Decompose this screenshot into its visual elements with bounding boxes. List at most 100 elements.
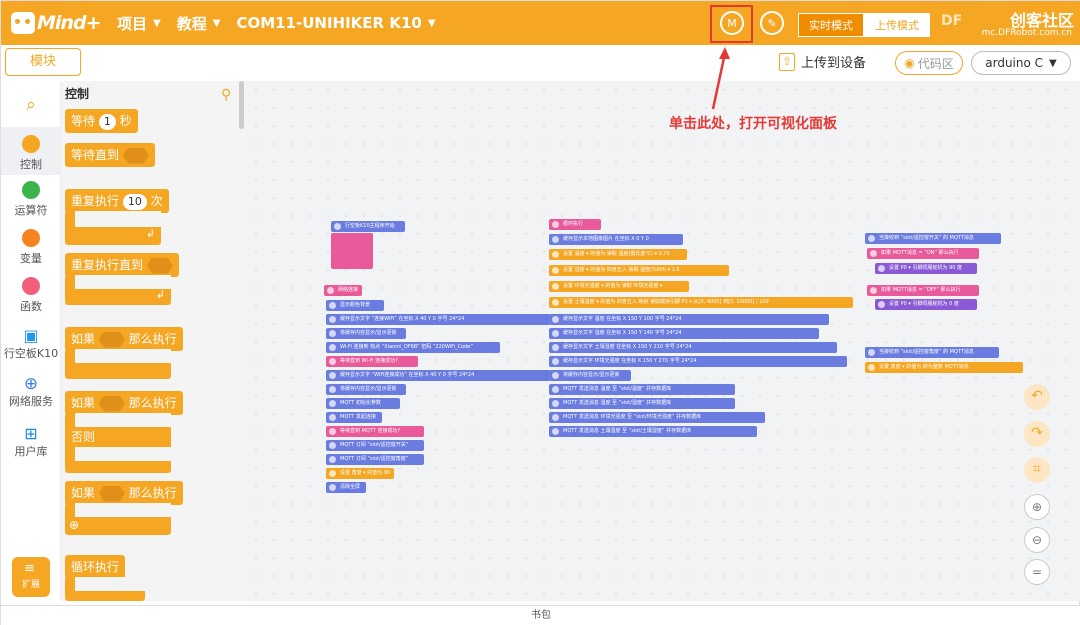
canvas-block[interactable]: 缓存显示文字 温度 在坐标 X 150 Y 100 字号 24*24 [549,314,829,325]
canvas-block[interactable]: 设置 P0 ▾ 引脚伺服舵机为 0 度 [875,299,977,310]
canvas-block[interactable]: 缓存显示文字 湿度 在坐标 X 150 Y 140 字号 24*24 [549,328,819,339]
undo-icon[interactable]: ↶ [1024,384,1050,410]
canvas-block[interactable]: 如果 MQTT消息 = “ON” 那么执行 [867,248,979,259]
canvas-block[interactable]: 当接收到 “siot/遥控窗角度” 的 MQTT消息 [865,347,999,358]
block-if-then-add[interactable]: 如果 那么执行 [65,481,183,505]
block-text: 等待直到 [71,148,120,162]
category-label: 网络服务 [9,395,53,408]
canvas-block[interactable]: MQTT 订阅 “siot/遥控窗开关” [326,440,424,451]
canvas-block[interactable]: 设置 P0 ▾ 引脚伺服舵机为 90 度 [875,263,977,274]
canvas-block[interactable]: Wi-Fi 连接到 热点 “Xiaomi_DF6B” 密码 “220WiFi_C… [326,342,500,353]
canvas-block[interactable]: MQTT 发送消息 温度 至 “siot/温度” 并存数据库 [549,384,735,395]
canvas-block[interactable]: 缓存显示文字 土壤湿度 在坐标 X 150 Y 210 字号 24*24 [549,342,837,353]
add-branch-icon[interactable]: ⊕ [69,518,79,532]
search-icon: ⌕ [26,95,36,115]
robot-logo-icon [11,12,35,34]
code-area-button[interactable]: ◉ 代码区 [895,51,963,75]
zoom-reset-icon[interactable]: = [1024,559,1050,585]
canvas-block[interactable]: MQTT 发送消息 环境光强度 至 “siot/环境光强度” 并存数据库 [549,412,765,423]
canvas-block[interactable]: MQTT 发送消息 湿度 至 “siot/湿度” 并存数据库 [549,398,735,409]
backpack-bar[interactable]: 书包 [1,605,1080,625]
category-label: 行空板K10 [3,347,59,360]
canvas-block[interactable]: 设置 温度 ▾ 的值为 读取 温度(摄氏度℃) ▾ 0.75 [549,249,687,260]
zoom-out-icon[interactable]: ⊖ [1024,527,1050,553]
menu-project[interactable]: 项目 ▼ [117,13,161,34]
canvas-block[interactable]: 网络连接 [324,285,362,296]
block-text: 秒 [119,114,132,128]
category-network[interactable]: ⊕ 网络服务 [1,375,61,409]
canvas-block[interactable]: 当接收到 “siot/遥控窗开关” 的 MQTT消息 [865,233,1001,244]
block-text: 如果 [71,332,96,346]
canvas-block[interactable]: 循环执行 [549,219,601,230]
canvas-block[interactable]: 将缓存内容显示/显示更新 [326,328,406,339]
realtime-mode-button[interactable]: 实时模式 [798,13,864,37]
canvas-block-stack[interactable] [331,233,373,269]
category-operators[interactable]: 运算符 [1,181,61,218]
block-if-else[interactable]: 如果 那么执行 [65,391,183,415]
canvas-block[interactable]: 缓存显示文字 “WiFi连接成功” 在坐标 X 40 Y 0 字号 24*24 [326,370,550,381]
category-functions[interactable]: 函数 [1,277,61,314]
category-search[interactable]: ⌕ [1,95,61,115]
redo-icon[interactable]: ↷ [1024,421,1050,447]
canvas-block[interactable]: 将缓存内容显示/显示更新 [549,370,631,381]
canvas-block[interactable]: 设置 角度 ▾ 的值为 90 [326,468,394,479]
canvas-block[interactable]: 缓存显示本地图像图片 在坐标 X 0 Y 0 [549,234,683,245]
menu-device-port[interactable]: COM11-UNIHIKER K10 ▼ [236,14,435,32]
canvas-block[interactable]: 设置 环境光强度 ▾ 的值为 读取 环境光强度 ▾ [549,281,689,292]
forever-body [65,577,145,601]
if-else-body: 否则 [65,413,171,473]
category-label: 用户库 [14,445,48,458]
block-wait-until[interactable]: 等待直到 [65,143,155,167]
canvas-block[interactable]: 设置 土壤湿度 ▾ 的值为 四舍五入 映射 读取模拟引脚 P1 ▾ 从[0, 4… [549,297,853,308]
category-sidebar: ⌕ 控制 运算符 变量 函数 ▣ 行空板K10 ⊕ 网络服务 ⊞ 用户库 ≡ 扩… [1,81,61,601]
repeat-slot [75,211,161,227]
canvas-block[interactable]: MQTT 发起连接 [326,412,382,423]
language-select[interactable]: arduino C ▼ [971,51,1071,75]
block-wait-seconds[interactable]: 等待 1 秒 [65,109,138,133]
canvas-block[interactable]: 行空板K10主程序开始 [331,221,405,232]
zoom-in-icon[interactable]: ⊕ [1024,494,1050,520]
upload-to-device-button[interactable]: ⇧ 上传到设备 [779,52,866,71]
category-user-library[interactable]: ⊞ 用户库 [1,425,61,459]
category-variables[interactable]: 变量 [1,229,61,266]
code-canvas[interactable] [247,81,1080,601]
canvas-block[interactable]: 设置 角度 ▾ 的值为 转为整数 MQTT消息 [865,362,1023,373]
menu-tutorial[interactable]: 教程 ▼ [177,13,221,34]
block-text: 重复执行直到 [71,258,144,272]
block-forever[interactable]: 循环执行 [65,555,126,579]
canvas-block[interactable]: 清除全屏 [326,482,366,493]
extensions-button[interactable]: ≡ 扩展 [12,557,50,597]
block-repeat-times[interactable]: 重复执行 10 次 [65,189,169,213]
if-add-body: ⊕ [65,503,171,535]
canvas-block[interactable]: 等待直到 MQTT 连接成功? [326,426,424,437]
edit-icon[interactable]: ✎ [760,11,784,35]
crop-icon[interactable]: ⌗ [1024,457,1050,483]
canvas-block[interactable]: 显示颜色背景 [326,300,384,311]
repeat-until-slot [75,275,171,289]
canvas-block[interactable]: 缓存显示文字 “连接WiFi” 在坐标 X 40 Y 0 字号 24*24 [326,314,550,325]
category-label: 控制 [20,158,42,171]
canvas-block[interactable]: MQTT 订阅 “siot/遥控窗角度” [326,454,424,465]
canvas-block[interactable]: 将缓存内容显示/显示更新 [326,384,406,395]
canvas-block[interactable]: 设置 湿度 ▾ 的值为 四舍五入 读取 湿度(%RH) ▾ 1.6 [549,265,729,276]
category-control[interactable]: 控制 [1,127,61,175]
tab-modules[interactable]: 模块 [5,48,81,76]
canvas-block[interactable]: MQTT 发送消息 土壤湿度 至 “siot/土壤湿度” 并存数据库 [549,426,757,437]
menu-project-label: 项目 [117,14,148,33]
pin-icon[interactable]: ⚲ [221,87,231,103]
block-repeat-until[interactable]: 重复执行直到 [65,253,179,277]
if-slot [75,349,171,363]
dfrobot-watermark: DF 创客社区 mc.DFRobot.com.cn [931,7,1076,41]
upload-mode-button[interactable]: 上传模式 [864,13,930,37]
palette-scrollbar[interactable] [239,81,244,129]
block-input[interactable]: 1 [98,114,116,130]
category-unihiker-k10[interactable]: ▣ 行空板K10 [1,327,61,361]
block-input[interactable]: 10 [122,194,147,210]
category-label: 函数 [20,300,42,313]
block-if-then[interactable]: 如果 那么执行 [65,327,183,351]
canvas-block[interactable]: 等待直到 Wi-Fi 连接成功? [326,356,418,367]
canvas-block[interactable]: 如果 MQTT消息 = “OFF” 那么执行 [867,285,979,296]
canvas-block[interactable]: 缓存显示文字 环境光强度 在坐标 X 150 Y 270 字号 24*24 [549,356,847,367]
canvas-block[interactable]: MQTT 初始化参数 [326,398,400,409]
brand-prefix: DF [941,13,963,29]
